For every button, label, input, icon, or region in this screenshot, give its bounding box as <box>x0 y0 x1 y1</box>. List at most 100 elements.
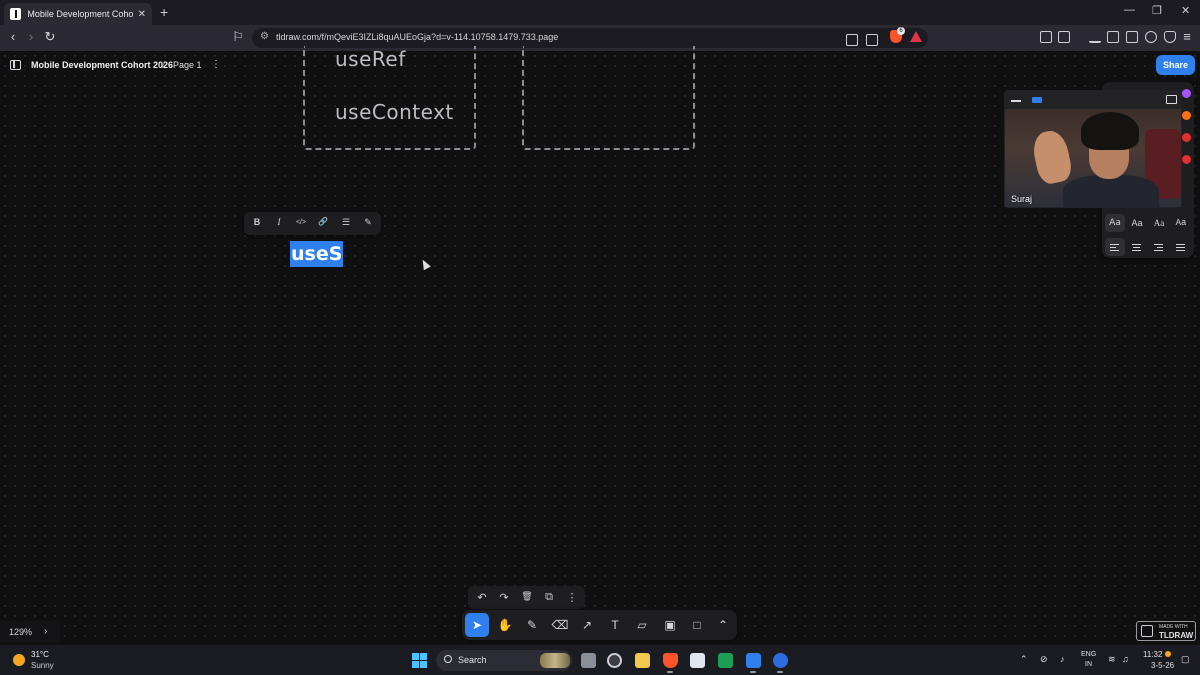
highlight-button[interactable]: ✎ <box>361 217 375 228</box>
downloads-icon[interactable] <box>1089 31 1101 43</box>
address-bar[interactable]: ⚙ tldraw.com/f/mQeviE3IZLi8quAUEoGja?d=v… <box>252 28 928 48</box>
align-justify-icon[interactable] <box>1171 238 1191 256</box>
share-page-icon[interactable] <box>866 34 878 46</box>
text-tool[interactable]: T <box>603 613 627 637</box>
browser-menu-icon[interactable]: ≡ <box>1178 29 1196 44</box>
window-restore-button[interactable]: ❐ <box>1152 4 1162 17</box>
back-icon[interactable]: ‹ <box>4 29 22 44</box>
list-button[interactable]: ☰ <box>339 217 353 228</box>
more-tools-button[interactable]: ⌃ <box>711 613 735 637</box>
language-region[interactable]: IN <box>1085 661 1092 668</box>
tab-close-icon[interactable]: ✕ <box>138 9 146 20</box>
color-swatch-red[interactable] <box>1182 133 1191 142</box>
site-info-icon[interactable]: ⚙ <box>260 31 269 42</box>
sidebar-icon[interactable] <box>1107 31 1119 43</box>
window-close-button[interactable]: ✕ <box>1181 4 1190 17</box>
android-studio-icon[interactable] <box>718 653 733 668</box>
more-actions-button[interactable]: ⋮ <box>565 591 579 604</box>
vscode-active-indicator <box>750 671 756 673</box>
arrow-tool[interactable]: ↗ <box>575 613 599 637</box>
expand-video-icon[interactable] <box>1166 95 1177 104</box>
made-with-tldraw-badge[interactable]: MADE WITH TLDRAW <box>1136 621 1196 641</box>
media-tool[interactable]: ▣ <box>658 613 682 637</box>
font-sans-button[interactable]: Aa <box>1127 214 1147 232</box>
language-code[interactable]: ENG <box>1081 651 1096 658</box>
note-tool[interactable]: ▱ <box>630 613 654 637</box>
font-serif-button[interactable]: Aa <box>1149 214 1169 232</box>
link-button[interactable]: 🔗 <box>316 217 330 226</box>
align-right-icon[interactable] <box>1149 238 1169 256</box>
notepad-icon[interactable] <box>690 653 705 668</box>
redo-button[interactable]: ↷ <box>497 591 511 604</box>
rectangle-tool[interactable]: □ <box>685 613 709 637</box>
weather-temperature[interactable]: 31°C <box>31 650 49 659</box>
delete-button[interactable]: 🗑 <box>520 591 534 602</box>
reload-icon[interactable]: ↻ <box>41 29 59 45</box>
browser-tab[interactable]: Mobile Development Cohort 2026 ✕ <box>4 3 152 25</box>
expand-minimap-icon[interactable]: › <box>44 626 47 637</box>
undo-button[interactable]: ↶ <box>475 591 489 604</box>
eraser-tool[interactable]: ⌫ <box>548 613 572 637</box>
align-center-icon[interactable] <box>1127 238 1147 256</box>
windows-start-icon[interactable] <box>412 653 427 668</box>
bookmark-icon[interactable]: ⚐ <box>229 29 247 45</box>
brave-rewards-icon[interactable] <box>910 31 922 42</box>
page-menu-icon[interactable]: ⋮ <box>211 59 221 70</box>
weather-condition[interactable]: Sunny <box>31 661 54 670</box>
brave-active-indicator <box>667 671 673 673</box>
task-view-icon[interactable] <box>581 653 596 668</box>
color-swatch-violet[interactable] <box>1182 89 1191 98</box>
italic-button[interactable]: I <box>272 217 286 227</box>
volume-icon[interactable]: ♫ <box>1122 654 1129 664</box>
sun-icon[interactable] <box>13 654 25 666</box>
zoom-app-icon[interactable] <box>773 653 788 668</box>
document-title[interactable]: Mobile Development Cohort 2026 <box>31 60 173 70</box>
forward-icon[interactable]: › <box>22 29 40 44</box>
vpn-icon[interactable] <box>1164 31 1176 43</box>
participant-figure <box>1063 175 1159 208</box>
align-left-icon[interactable] <box>1105 238 1125 256</box>
tldraw-logo-icon <box>1141 625 1153 637</box>
empty-frame[interactable] <box>522 46 695 150</box>
font-mono-button[interactable]: Aa <box>1171 214 1191 232</box>
brave-browser-icon[interactable] <box>663 653 678 668</box>
vscode-icon[interactable] <box>746 653 761 668</box>
clock-time[interactable]: 11:32 <box>1143 650 1162 659</box>
new-tab-button[interactable]: + <box>160 4 168 20</box>
participant-name: Suraj <box>1011 194 1033 204</box>
font-draw-button[interactable]: Aa <box>1105 214 1125 232</box>
screenshot-icon[interactable] <box>1058 31 1070 43</box>
page-name[interactable]: Page 1 <box>173 60 202 70</box>
video-call-overlay[interactable]: Suraj <box>1004 90 1182 208</box>
file-explorer-icon[interactable] <box>635 653 650 668</box>
clock-date[interactable]: 3-5-26 <box>1151 661 1174 670</box>
zoom-control[interactable]: 129% › <box>0 621 60 643</box>
hook-label-usecontext[interactable]: useContext <box>335 100 454 124</box>
duplicate-button[interactable]: ⧉ <box>542 591 556 604</box>
cast-icon[interactable] <box>846 34 858 46</box>
color-swatch-orange[interactable] <box>1182 111 1191 120</box>
taskbar-search[interactable]: Search <box>436 650 572 671</box>
wallet-icon[interactable] <box>1126 31 1138 43</box>
hook-label-useref[interactable]: useRef <box>335 47 406 71</box>
color-swatch-light-red[interactable] <box>1182 155 1191 164</box>
main-menu-icon[interactable] <box>10 60 21 70</box>
select-tool[interactable]: ➤ <box>465 613 489 637</box>
notifications-icon[interactable]: ▢ <box>1181 654 1190 665</box>
window-minimize-button[interactable]: — <box>1124 4 1135 16</box>
bold-button[interactable]: B <box>250 217 264 227</box>
rich-text-toolbar: B I </> 🔗 ☰ ✎ <box>244 212 381 235</box>
wifi-icon[interactable]: ≋ <box>1108 654 1116 665</box>
network-off-icon[interactable]: ⊘ <box>1040 654 1048 665</box>
minimize-video-icon[interactable] <box>1011 100 1021 102</box>
leo-ai-icon[interactable] <box>1145 31 1157 43</box>
code-button[interactable]: </> <box>294 219 308 226</box>
mic-icon[interactable]: ♪ <box>1060 654 1065 664</box>
text-shape-editing[interactable]: useS <box>290 241 344 267</box>
extensions-icon[interactable] <box>1040 31 1052 43</box>
draw-tool[interactable]: ✎ <box>520 613 544 637</box>
hand-tool[interactable]: ✋ <box>493 613 517 637</box>
share-button[interactable]: Share <box>1156 55 1195 75</box>
chrome-icon[interactable] <box>607 653 622 668</box>
tray-overflow-icon[interactable]: ⌃ <box>1020 654 1028 665</box>
